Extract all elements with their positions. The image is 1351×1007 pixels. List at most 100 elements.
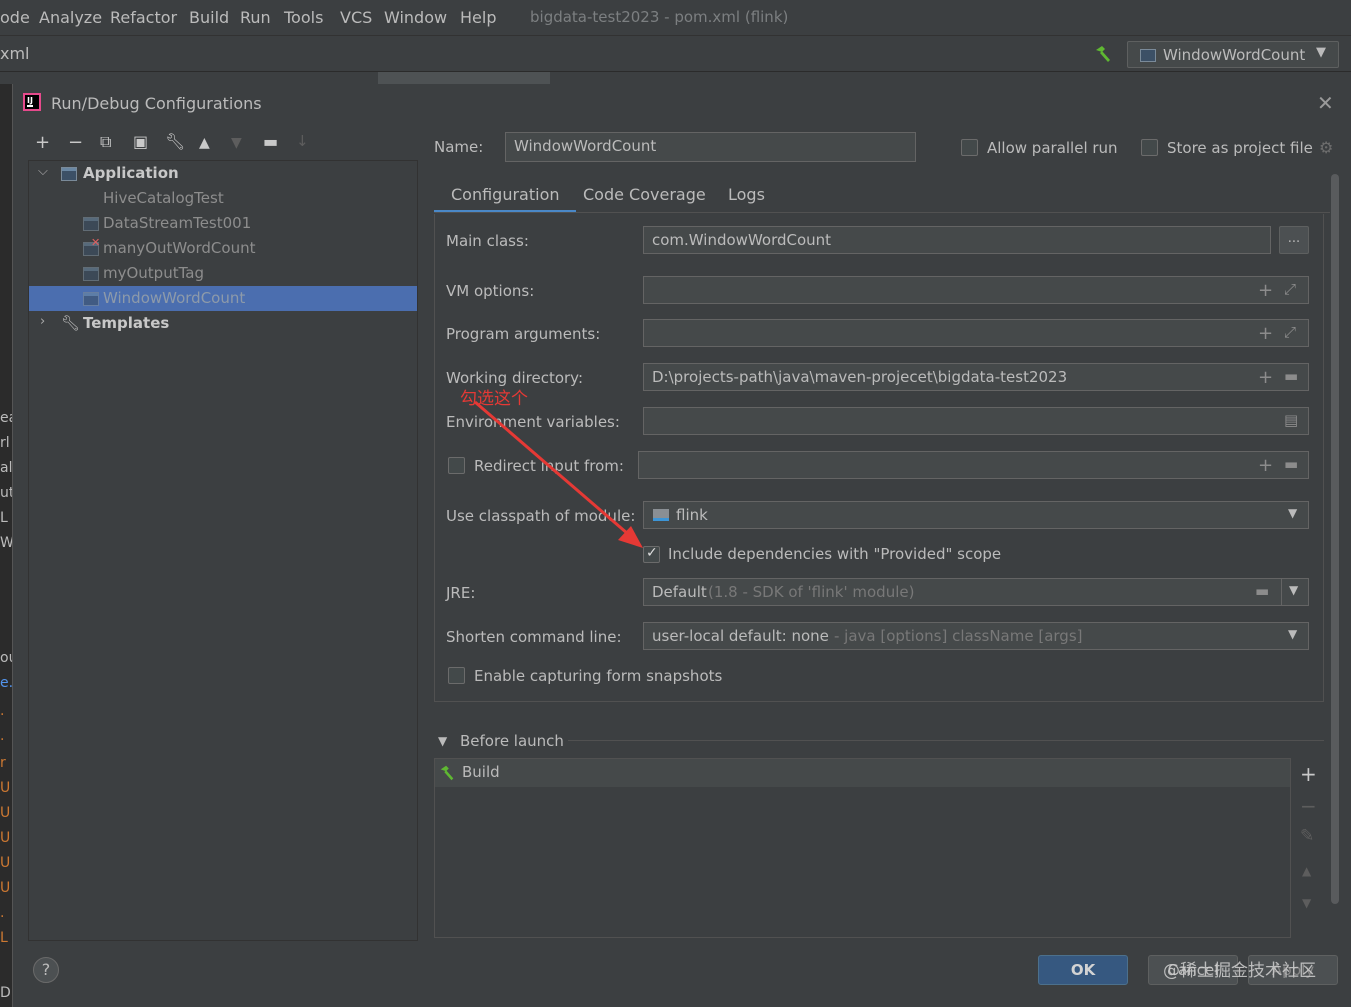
menu-run[interactable]: Run: [240, 8, 271, 27]
menu-build[interactable]: Build: [189, 8, 229, 27]
name-input[interactable]: WindowWordCount: [505, 132, 916, 162]
divider: [1281, 579, 1282, 605]
sort-icon[interactable]: ↓: [296, 132, 309, 150]
edit-icon[interactable]: ✎: [1300, 826, 1314, 846]
tree-group-application[interactable]: ⌵ Application: [29, 161, 417, 186]
redirect-checkbox[interactable]: [448, 457, 465, 474]
move-down-icon[interactable]: ▼: [1302, 896, 1311, 910]
document-icon[interactable]: ▤: [1284, 411, 1298, 429]
menu-analyze[interactable]: Analyze: [39, 8, 102, 27]
editor-fragment: L: [0, 510, 8, 526]
classpath-select[interactable]: flink ▼: [643, 501, 1309, 529]
snapshots-label: Enable capturing form snapshots: [474, 667, 723, 685]
gear-icon[interactable]: ⚙: [1319, 138, 1333, 157]
editor-fragment: U: [0, 780, 11, 796]
wrench-icon[interactable]: 🔧︎: [165, 132, 185, 151]
tree-item-datastreamtest001[interactable]: DataStreamTest001: [29, 211, 417, 236]
jre-hint: (1.8 - SDK of 'flink' module): [708, 583, 915, 601]
move-up-icon[interactable]: ▲: [199, 135, 210, 151]
tab-code-coverage[interactable]: Code Coverage: [583, 185, 706, 204]
folder-icon[interactable]: ▬: [1284, 455, 1298, 473]
close-icon[interactable]: ✕: [1317, 91, 1334, 115]
chevron-down-icon[interactable]: ⌵: [38, 164, 48, 179]
scrollbar[interactable]: [1331, 174, 1339, 904]
allow-parallel-label: Allow parallel run: [987, 139, 1118, 157]
chevron-right-icon[interactable]: ›: [40, 314, 45, 329]
jre-select[interactable]: Default (1.8 - SDK of 'flink' module) ▬ …: [643, 578, 1309, 606]
chevron-down-icon[interactable]: ▼: [438, 734, 447, 748]
breadcrumb[interactable]: xml: [0, 44, 30, 63]
folder-icon[interactable]: ▬: [1284, 367, 1298, 385]
main-class-input[interactable]: com.WindowWordCount: [643, 226, 1271, 254]
move-up-icon[interactable]: ▲: [1302, 864, 1311, 878]
tab-configuration[interactable]: Configuration: [434, 185, 575, 213]
tree-item-myoutputtag[interactable]: myOutputTag: [29, 261, 417, 286]
menu-tools[interactable]: Tools: [284, 8, 323, 27]
add-icon[interactable]: +: [35, 132, 50, 153]
shorten-select[interactable]: user-local default: none - java [options…: [643, 622, 1309, 650]
snapshots-checkbox[interactable]: [448, 667, 465, 684]
expand-icon[interactable]: ⤢: [1284, 280, 1296, 298]
application-icon: [83, 267, 99, 281]
build-hammer-icon[interactable]: [1093, 44, 1113, 64]
tree-label-application: Application: [83, 164, 179, 182]
config-tree: ⌵ Application HiveCatalogTest DataStream…: [28, 160, 418, 941]
folder-icon[interactable]: ▬: [263, 132, 278, 151]
add-icon[interactable]: +: [1300, 762, 1317, 786]
menu-code[interactable]: ode: [0, 8, 30, 27]
add-icon[interactable]: +: [1258, 323, 1273, 344]
run-debug-dialog: IJ Run/Debug Configurations ✕ + − ⧉ ▣ 🔧︎…: [12, 84, 1351, 1007]
program-args-input[interactable]: + ⤢: [643, 319, 1309, 347]
menu-window[interactable]: Window: [384, 8, 447, 27]
editor-fragment: U: [0, 855, 11, 871]
tree-item-manyoutwordcount[interactable]: ✕ manyOutWordCount: [29, 236, 417, 261]
intellij-logo-icon: IJ: [23, 93, 41, 111]
remove-icon[interactable]: −: [68, 132, 83, 153]
application-icon: [1140, 49, 1156, 62]
vm-options-input[interactable]: + ⤢: [643, 276, 1309, 304]
editor-fragment: ou: [0, 650, 12, 666]
tree-label-templates: Templates: [83, 314, 170, 332]
folder-icon[interactable]: ▬: [1255, 582, 1269, 600]
svg-text:IJ: IJ: [27, 96, 33, 105]
save-icon[interactable]: ▣: [133, 132, 148, 151]
tree-item-windowwordcount[interactable]: WindowWordCount: [29, 286, 417, 311]
working-dir-input[interactable]: D:\projects-path\java\maven-projecet\big…: [643, 363, 1309, 391]
editor-fragment: al: [0, 460, 12, 476]
tree-item-hivecatalogtest[interactable]: HiveCatalogTest: [29, 186, 417, 211]
menu-vcs[interactable]: VCS: [340, 8, 372, 27]
allow-parallel-checkbox[interactable]: [961, 139, 978, 156]
ok-button[interactable]: OK: [1038, 955, 1128, 985]
add-icon[interactable]: +: [1258, 367, 1273, 388]
working-dir-value: D:\projects-path\java\maven-projecet\big…: [652, 368, 1068, 386]
editor-fragment: L: [0, 930, 8, 946]
tree-group-templates[interactable]: › 🔧︎ Templates: [29, 311, 417, 336]
chevron-down-icon[interactable]: ▼: [1289, 583, 1298, 597]
move-down-icon[interactable]: ▼: [231, 135, 242, 151]
env-vars-input[interactable]: ▤: [643, 407, 1309, 435]
editor-tab-active[interactable]: [378, 72, 550, 84]
tab-logs[interactable]: Logs: [728, 185, 765, 204]
classpath-value: flink: [676, 506, 708, 524]
list-item[interactable]: Build: [435, 759, 1290, 787]
watermark: @稀土掘金技术社区: [1163, 961, 1316, 981]
editor-fragment: .: [0, 905, 5, 921]
run-config-dropdown[interactable]: WindowWordCount ▼: [1127, 41, 1339, 68]
before-launch-heading[interactable]: Before launch: [460, 732, 564, 750]
build-hammer-icon: [440, 765, 454, 781]
store-project-checkbox[interactable]: [1141, 139, 1158, 156]
browse-button[interactable]: ...: [1279, 226, 1309, 254]
chevron-down-icon: ▼: [1316, 45, 1326, 60]
expand-icon[interactable]: ⤢: [1284, 323, 1296, 341]
menu-refactor[interactable]: Refactor: [110, 8, 177, 27]
copy-icon[interactable]: ⧉: [100, 132, 111, 152]
jre-label: JRE:: [446, 584, 476, 602]
add-icon[interactable]: +: [1258, 280, 1273, 301]
shorten-value: user-local default: none: [652, 627, 829, 645]
menu-help[interactable]: Help: [460, 8, 496, 27]
redirect-input[interactable]: + ▬: [638, 451, 1309, 479]
add-icon[interactable]: +: [1258, 455, 1273, 476]
remove-icon[interactable]: −: [1300, 794, 1317, 818]
help-button[interactable]: ?: [33, 957, 59, 983]
menu-bar: ode Analyze Refactor Build Run Tools VCS…: [0, 0, 1351, 36]
